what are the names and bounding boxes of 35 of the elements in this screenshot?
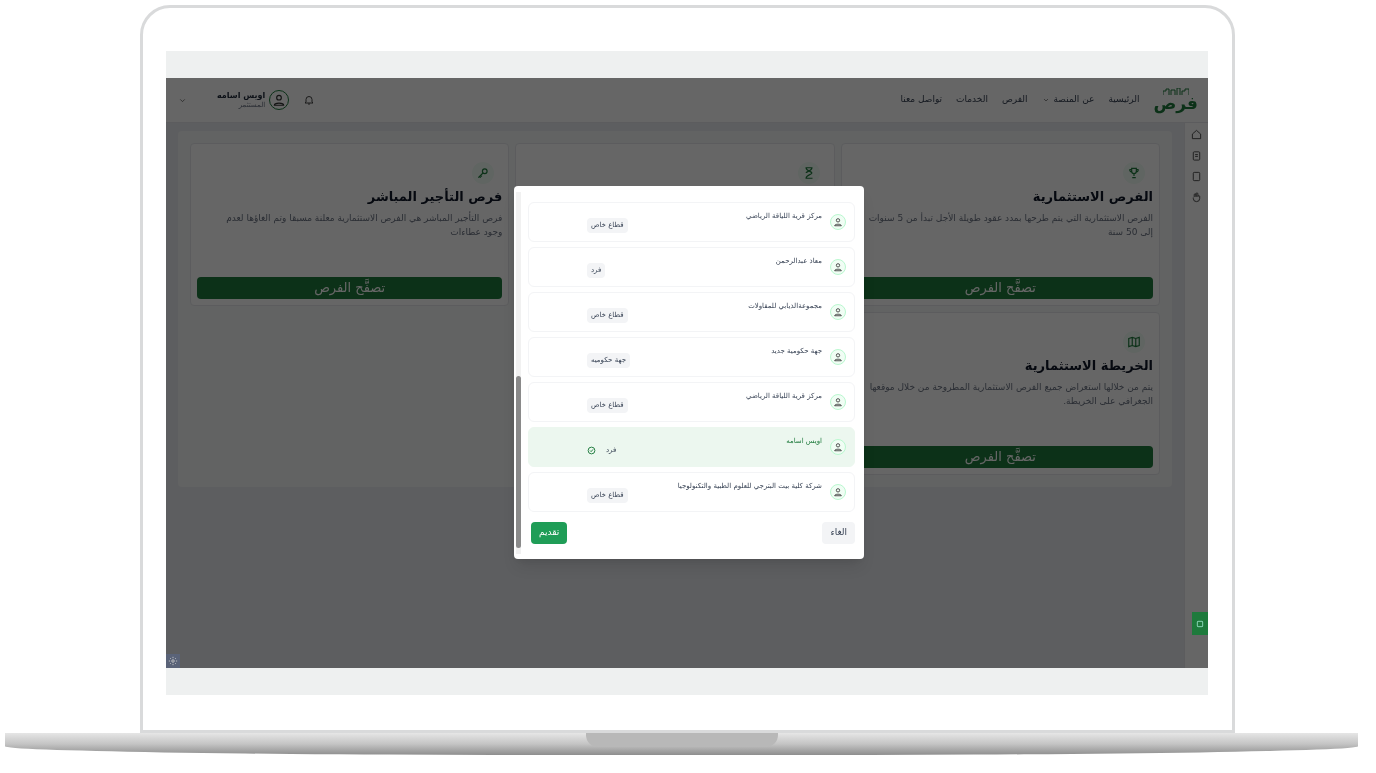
browse-button[interactable]: تصفَّح الفرص <box>197 277 503 299</box>
square-icon <box>1196 619 1204 628</box>
key-icon <box>472 162 495 184</box>
map-icon <box>1123 331 1145 353</box>
site-logo[interactable]: فرص <box>1153 88 1198 112</box>
nav-link[interactable]: الفرص <box>1001 93 1028 107</box>
settings-icon[interactable] <box>166 654 180 668</box>
nav-link[interactable]: الرئيسية <box>1108 93 1140 107</box>
cancel-button[interactable]: الغاء <box>822 522 855 544</box>
hand-icon[interactable] <box>1191 192 1202 203</box>
submit-button[interactable]: تقديم <box>531 522 568 544</box>
check-circle-icon <box>587 445 596 455</box>
person-icon <box>830 259 846 275</box>
card-title: الفرص الاستثمارية <box>1031 188 1153 206</box>
person-icon <box>830 349 846 365</box>
clipboard-icon[interactable] <box>1191 150 1202 161</box>
user-name: اويس اسامه <box>217 90 266 101</box>
person-icon <box>830 439 846 455</box>
notification-bell-icon[interactable] <box>303 94 316 106</box>
nav-link[interactable]: الخدمات <box>956 93 988 107</box>
card-title: الخريطة الاستثمارية <box>1023 357 1153 375</box>
person-icon <box>830 394 846 410</box>
chevron-down-icon <box>1041 96 1050 104</box>
hourglass-icon <box>797 162 820 184</box>
person-icon <box>830 484 846 500</box>
document-icon[interactable] <box>1191 171 1202 182</box>
card-title: فرص التأجير المباشر <box>366 187 503 206</box>
feedback-tab[interactable] <box>1192 612 1208 635</box>
nav-link[interactable]: عن المنصة <box>1041 93 1095 107</box>
card-description: يتم من خلالها استعراض جميع الفرص الاستثمارية المطروحة من خلال موقعها الجغرافي على الخريطة. <box>868 380 1153 408</box>
person-icon <box>830 214 846 230</box>
trophy-icon <box>1123 162 1145 184</box>
home-icon[interactable] <box>1191 129 1202 140</box>
person-icon <box>830 304 846 320</box>
nav-link[interactable]: تواصل معنا <box>900 93 943 107</box>
